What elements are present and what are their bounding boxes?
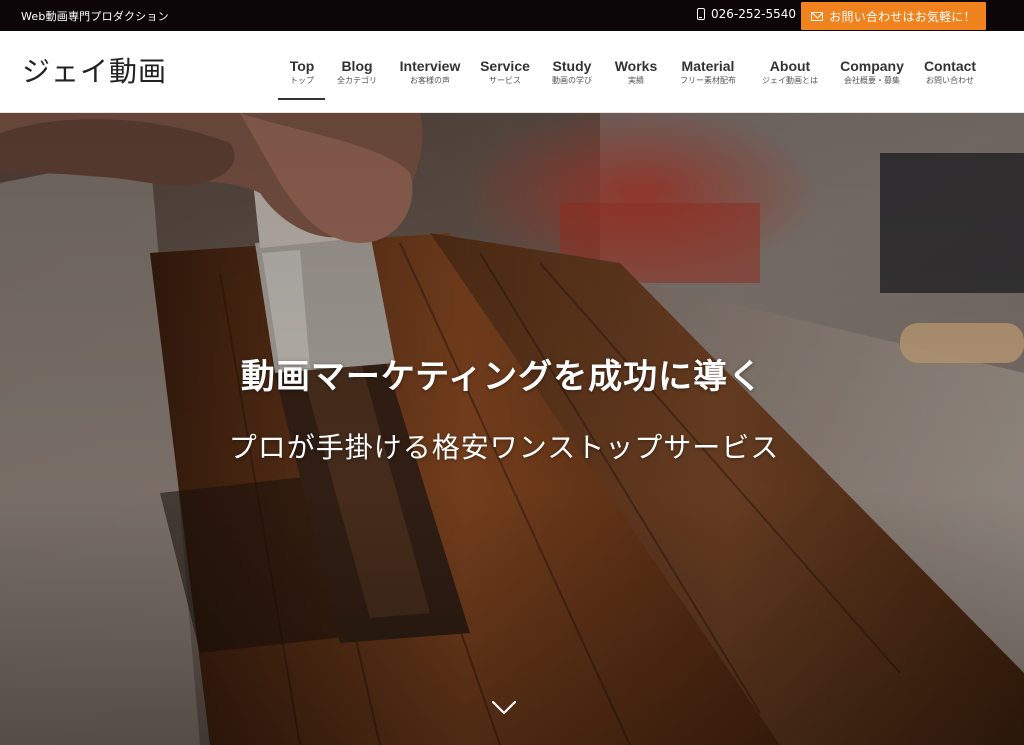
nav-item-sublabel: 会社概要・募集 [844, 76, 900, 85]
phone-icon [697, 8, 705, 20]
mail-icon [811, 11, 824, 21]
hero-section: 動画マーケティングを成功に導く プロが手掛ける格安ワンストップサービス [0, 113, 1024, 745]
nav-item-label: Service [480, 58, 530, 74]
nav-item-sublabel: 動画の学び [552, 76, 592, 85]
main-nav: Top トップ Blog 全カテゴリ Interview お客様の声 Servi… [0, 31, 1024, 113]
nav-item-sublabel: サービス [489, 76, 521, 85]
nav-item-material[interactable]: Material フリー素材配布 [674, 58, 742, 87]
nav-item-sublabel: 実績 [628, 76, 644, 85]
nav-item-contact[interactable]: Contact お問い合わせ [920, 58, 980, 87]
nav-item-label: Works [614, 58, 658, 74]
nav-item-top[interactable]: Top トップ [284, 58, 320, 87]
nav-item-label: Contact [923, 58, 977, 74]
nav-item-about[interactable]: About ジェイ動画とは [756, 58, 824, 87]
nav-item-sublabel: お問い合わせ [926, 76, 974, 85]
nav-item-sublabel: 全カテゴリ [337, 76, 377, 85]
phone-contact[interactable]: 026-252-5540 [697, 7, 796, 21]
nav-item-label: Study [552, 58, 592, 74]
nav-item-label: Material [681, 58, 735, 74]
site-header: ジェイ動画 Top トップ Blog 全カテゴリ Interview お客様の声… [0, 31, 1024, 113]
nav-item-works[interactable]: Works 実績 [610, 58, 662, 87]
nav-item-label: Blog [341, 58, 373, 74]
hero-title: 動画マーケティングを成功に導く [240, 357, 764, 397]
nav-item-sublabel: フリー素材配布 [680, 76, 736, 85]
nav-item-label: About [769, 58, 811, 74]
contact-cta-label: お問い合わせはお気軽に！ [829, 9, 976, 24]
nav-item-service[interactable]: Service サービス [477, 58, 533, 87]
nav-item-blog[interactable]: Blog 全カテゴリ [334, 58, 380, 87]
nav-item-label: Company [840, 58, 904, 74]
nav-active-indicator [278, 98, 325, 100]
chevron-down-icon[interactable] [490, 699, 518, 717]
nav-item-sublabel: ジェイ動画とは [762, 76, 818, 85]
nav-item-sublabel: お客様の声 [410, 76, 450, 85]
top-bar: Web動画専門プロダクション 026-252-5540 お問い合わせはお気軽に！ [0, 0, 1024, 31]
contact-cta-button[interactable]: お問い合わせはお気軽に！ [801, 2, 986, 30]
hero-subtitle: プロが手掛ける格安ワンストップサービス [228, 431, 780, 464]
nav-item-label: Top [289, 58, 315, 74]
nav-item-label: Interview [399, 58, 461, 74]
tagline: Web動画専門プロダクション [21, 10, 169, 23]
nav-item-sublabel: トップ [290, 76, 314, 85]
nav-item-study[interactable]: Study 動画の学び [546, 58, 598, 87]
nav-item-company[interactable]: Company 会社概要・募集 [836, 58, 908, 87]
nav-item-interview[interactable]: Interview お客様の声 [397, 58, 463, 87]
phone-number[interactable]: 026-252-5540 [711, 7, 796, 21]
